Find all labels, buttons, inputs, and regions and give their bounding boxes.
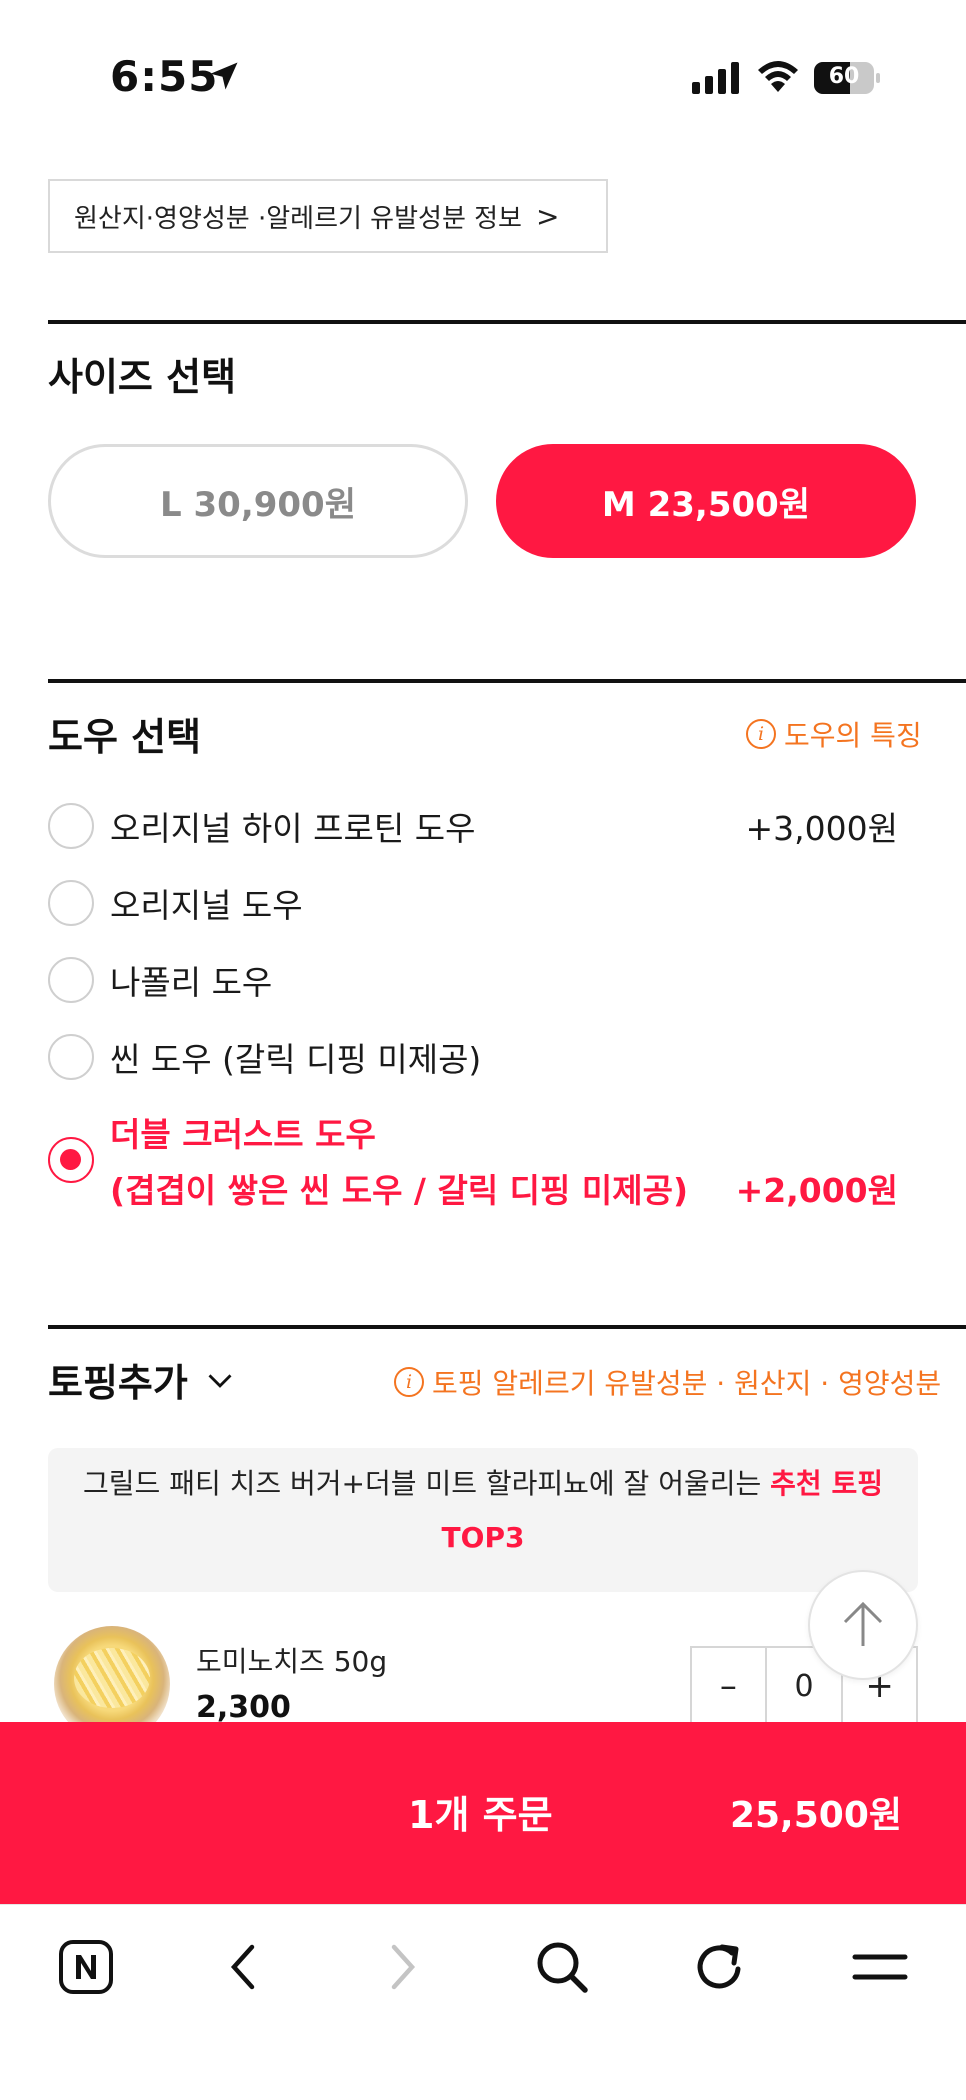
topping-section-title: 토핑추가	[48, 1361, 188, 1405]
battery-percent: 60	[828, 64, 860, 89]
chevron-right-icon: >	[535, 199, 560, 233]
dough-option-price: +2,000원	[735, 1171, 898, 1210]
radio-button-selected[interactable]	[48, 1137, 94, 1183]
dough-option-label: 더블 크러스트 도우 (겹겹이 쌓은 씬 도우 / 갈릭 디핑 미제공)	[110, 1108, 688, 1212]
dough-feature-label: 도우의 특징	[784, 719, 922, 752]
status-time: 6:55	[110, 52, 219, 101]
dough-option-label: 나폴리 도우	[110, 963, 273, 1002]
minus-button[interactable]: –	[692, 1648, 765, 1724]
dough-option-selected[interactable]: 더블 크러스트 도우 (겹겹이 쌓은 씬 도우 / 갈릭 디핑 미제공) +2,…	[48, 1110, 898, 1210]
radio-button[interactable]	[48, 1034, 94, 1080]
size-section-title: 사이즈 선택	[48, 355, 237, 399]
radio-button[interactable]	[48, 803, 94, 849]
reco-top3: TOP3	[441, 1521, 525, 1554]
origin-info-label: 원산지·영양성분 ·알레르기 유발성분 정보	[74, 203, 522, 234]
topping-name: 도미노치즈 50g	[196, 1645, 388, 1678]
topping-item: 도미노치즈 50g 2,300 – 0 +	[48, 1626, 918, 1742]
dough-option-note: (겹겹이 쌓은 씬 도우 / 갈릭 디핑 미제공)	[110, 1171, 689, 1210]
dough-option-label: 오리지널 하이 프로틴 도우	[110, 809, 476, 848]
topping-info-label: 토핑 알레르기 유발성분 · 원산지 · 영양성분	[432, 1367, 942, 1400]
section-divider	[48, 320, 966, 324]
wifi-icon	[758, 61, 798, 92]
back-icon[interactable]	[212, 1935, 276, 1999]
reload-icon[interactable]	[688, 1935, 752, 1999]
chevron-down-icon	[208, 1373, 232, 1388]
naver-icon[interactable]	[54, 1935, 118, 1999]
info-icon: i	[394, 1367, 424, 1397]
arrow-up-icon	[843, 1601, 883, 1646]
dough-option[interactable]: 오리지널 하이 프로틴 도우 +3,000원	[48, 802, 898, 850]
location-arrow-icon	[210, 62, 238, 90]
order-button[interactable]: 1개 주문 25,500원	[0, 1722, 966, 1904]
topping-info-link[interactable]: i 토핑 알레르기 유발성분 · 원산지 · 영양성분	[394, 1362, 941, 1402]
menu-icon[interactable]	[848, 1935, 912, 1999]
scroll-to-top-button[interactable]	[808, 1570, 918, 1680]
dough-option[interactable]: 오리지널 도우	[48, 879, 898, 927]
recommendation-box: 그릴드 패티 치즈 버거+더블 미트 할라피뇨에 잘 어울리는 추천 토핑 TO…	[48, 1448, 918, 1592]
reco-text: 그릴드 패티 치즈 버거+더블 미트 할라피뇨에 잘 어울리는	[83, 1467, 762, 1500]
status-bar: 6:55 60	[0, 0, 966, 150]
dough-option-label: 오리지널 도우	[110, 886, 303, 925]
cellular-signal-icon	[692, 62, 739, 94]
dough-option[interactable]: 나폴리 도우	[48, 956, 898, 1004]
dough-option-label: 씬 도우 (갈릭 디핑 미제공)	[110, 1040, 482, 1079]
battery-indicator: 60	[814, 62, 880, 94]
search-icon[interactable]	[530, 1935, 594, 1999]
size-l-button[interactable]: L 30,900원	[48, 444, 468, 558]
section-divider	[48, 679, 966, 683]
topping-price: 2,300	[196, 1690, 291, 1725]
radio-button[interactable]	[48, 957, 94, 1003]
order-label: 1개 주문	[408, 1793, 553, 1837]
browser-toolbar	[0, 1904, 966, 2100]
dough-option-name: 더블 크러스트 도우	[110, 1115, 376, 1154]
dough-section-title: 도우 선택	[48, 715, 202, 759]
origin-nutrition-info-button[interactable]: 원산지·영양성분 ·알레르기 유발성분 정보 >	[48, 179, 608, 253]
order-total: 25,500원	[729, 1795, 902, 1836]
info-icon: i	[746, 719, 776, 749]
dough-option-price: +3,000원	[745, 809, 898, 848]
section-divider	[48, 1325, 966, 1329]
topping-section-toggle[interactable]: 토핑추가	[48, 1352, 234, 1407]
reco-highlight: 추천 토핑	[770, 1467, 883, 1500]
size-m-button[interactable]: M 23,500원	[496, 444, 916, 558]
dough-option[interactable]: 씬 도우 (갈릭 디핑 미제공)	[48, 1033, 898, 1081]
forward-icon[interactable]	[370, 1935, 434, 1999]
dough-feature-link[interactable]: i 도우의 특징	[746, 714, 922, 754]
radio-button[interactable]	[48, 880, 94, 926]
